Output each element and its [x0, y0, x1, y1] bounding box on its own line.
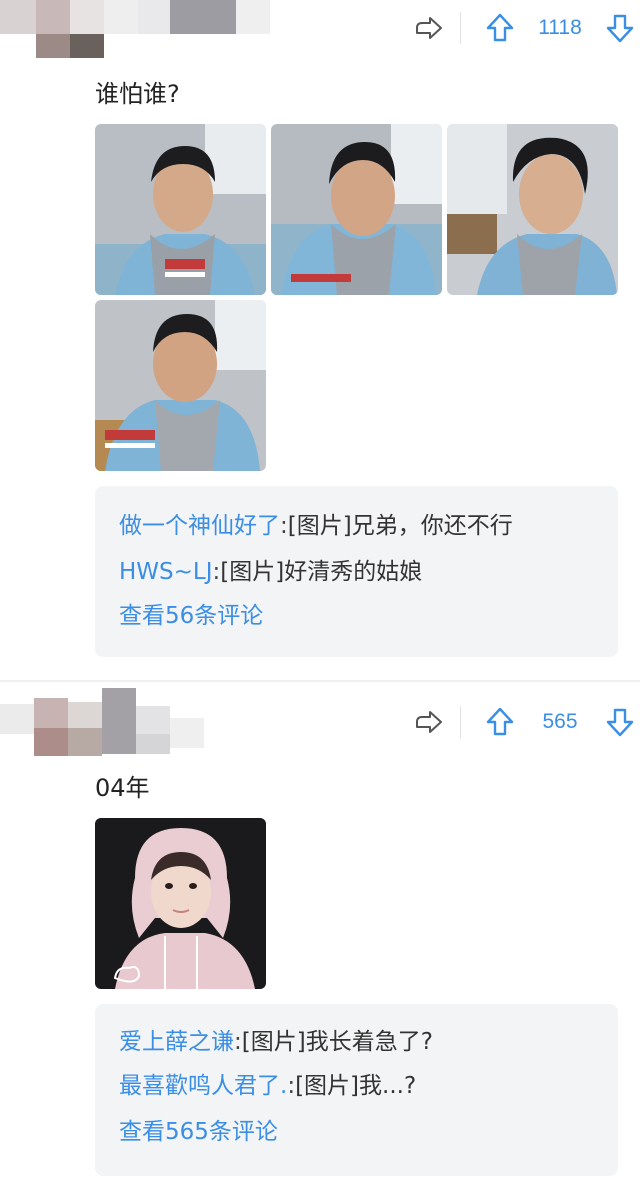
upvote-arrow-icon[interactable]	[484, 706, 516, 738]
view-all-comments-link[interactable]: 查看56条评论	[119, 598, 263, 634]
comment-text: [图片]我长着急了?	[241, 1029, 433, 1055]
comment-item[interactable]: 做一个神仙好了:[图片]兄弟，你还不行	[119, 508, 608, 544]
post-text: 04年	[95, 774, 150, 802]
divider	[460, 706, 461, 738]
comment-username[interactable]: 做一个神仙好了	[119, 513, 280, 539]
downvote-arrow-icon[interactable]	[604, 706, 636, 738]
comment-item[interactable]: 最喜歡鸣人君了.:[图片]我...?	[119, 1068, 608, 1104]
post-image[interactable]	[447, 124, 618, 295]
post-card: 565 04年 爱上薛之谦:[图片]我长着急了? 最喜歡鸣人君了.:[图片]我.…	[0, 682, 640, 1179]
upvote-arrow-icon[interactable]	[484, 12, 516, 44]
post-image[interactable]	[271, 124, 442, 295]
downvote-arrow-icon[interactable]	[604, 12, 636, 44]
post-image[interactable]	[95, 300, 266, 471]
vote-count: 565	[542, 710, 578, 733]
comment-item[interactable]: 爱上薛之谦:[图片]我长着急了?	[119, 1024, 608, 1060]
post-actions: 1118	[380, 8, 640, 48]
vote-count: 1118	[538, 16, 582, 39]
avatar[interactable]	[0, 0, 270, 60]
comment-separator: :	[234, 1029, 242, 1055]
share-arrow-icon[interactable]	[414, 708, 444, 736]
post-actions: 565	[380, 702, 640, 742]
post-image[interactable]	[95, 124, 266, 295]
comment-preview: 爱上薛之谦:[图片]我长着急了? 最喜歡鸣人君了.:[图片]我...? 查看56…	[95, 1004, 618, 1176]
avatar[interactable]	[0, 686, 210, 758]
comment-separator: :	[287, 1073, 296, 1099]
comment-text: [图片]好清秀的姑娘	[220, 559, 423, 585]
post-image[interactable]	[95, 818, 266, 989]
post-card: 1118 谁怕谁? 做一个神仙好了:[图片]兄弟，你还不行 HWS~LJ:[图片…	[0, 0, 640, 680]
comment-username[interactable]: 最喜歡鸣人君了.	[119, 1073, 287, 1099]
comment-text: [图片]我...?	[295, 1073, 417, 1099]
comment-username[interactable]: HWS~LJ	[119, 559, 213, 585]
comment-text: [图片]兄弟，你还不行	[287, 513, 513, 539]
share-arrow-icon[interactable]	[414, 14, 444, 42]
view-all-comments-link[interactable]: 查看565条评论	[119, 1114, 278, 1150]
feed-page: 1118 谁怕谁? 做一个神仙好了:[图片]兄弟，你还不行 HWS~LJ:[图片…	[0, 0, 640, 1179]
post-text: 谁怕谁?	[95, 80, 180, 108]
comment-preview: 做一个神仙好了:[图片]兄弟，你还不行 HWS~LJ:[图片]好清秀的姑娘 查看…	[95, 486, 618, 657]
comment-item[interactable]: HWS~LJ:[图片]好清秀的姑娘	[119, 554, 608, 590]
divider	[460, 12, 461, 44]
comment-username[interactable]: 爱上薛之谦	[119, 1029, 234, 1055]
comment-separator: :	[280, 513, 288, 539]
